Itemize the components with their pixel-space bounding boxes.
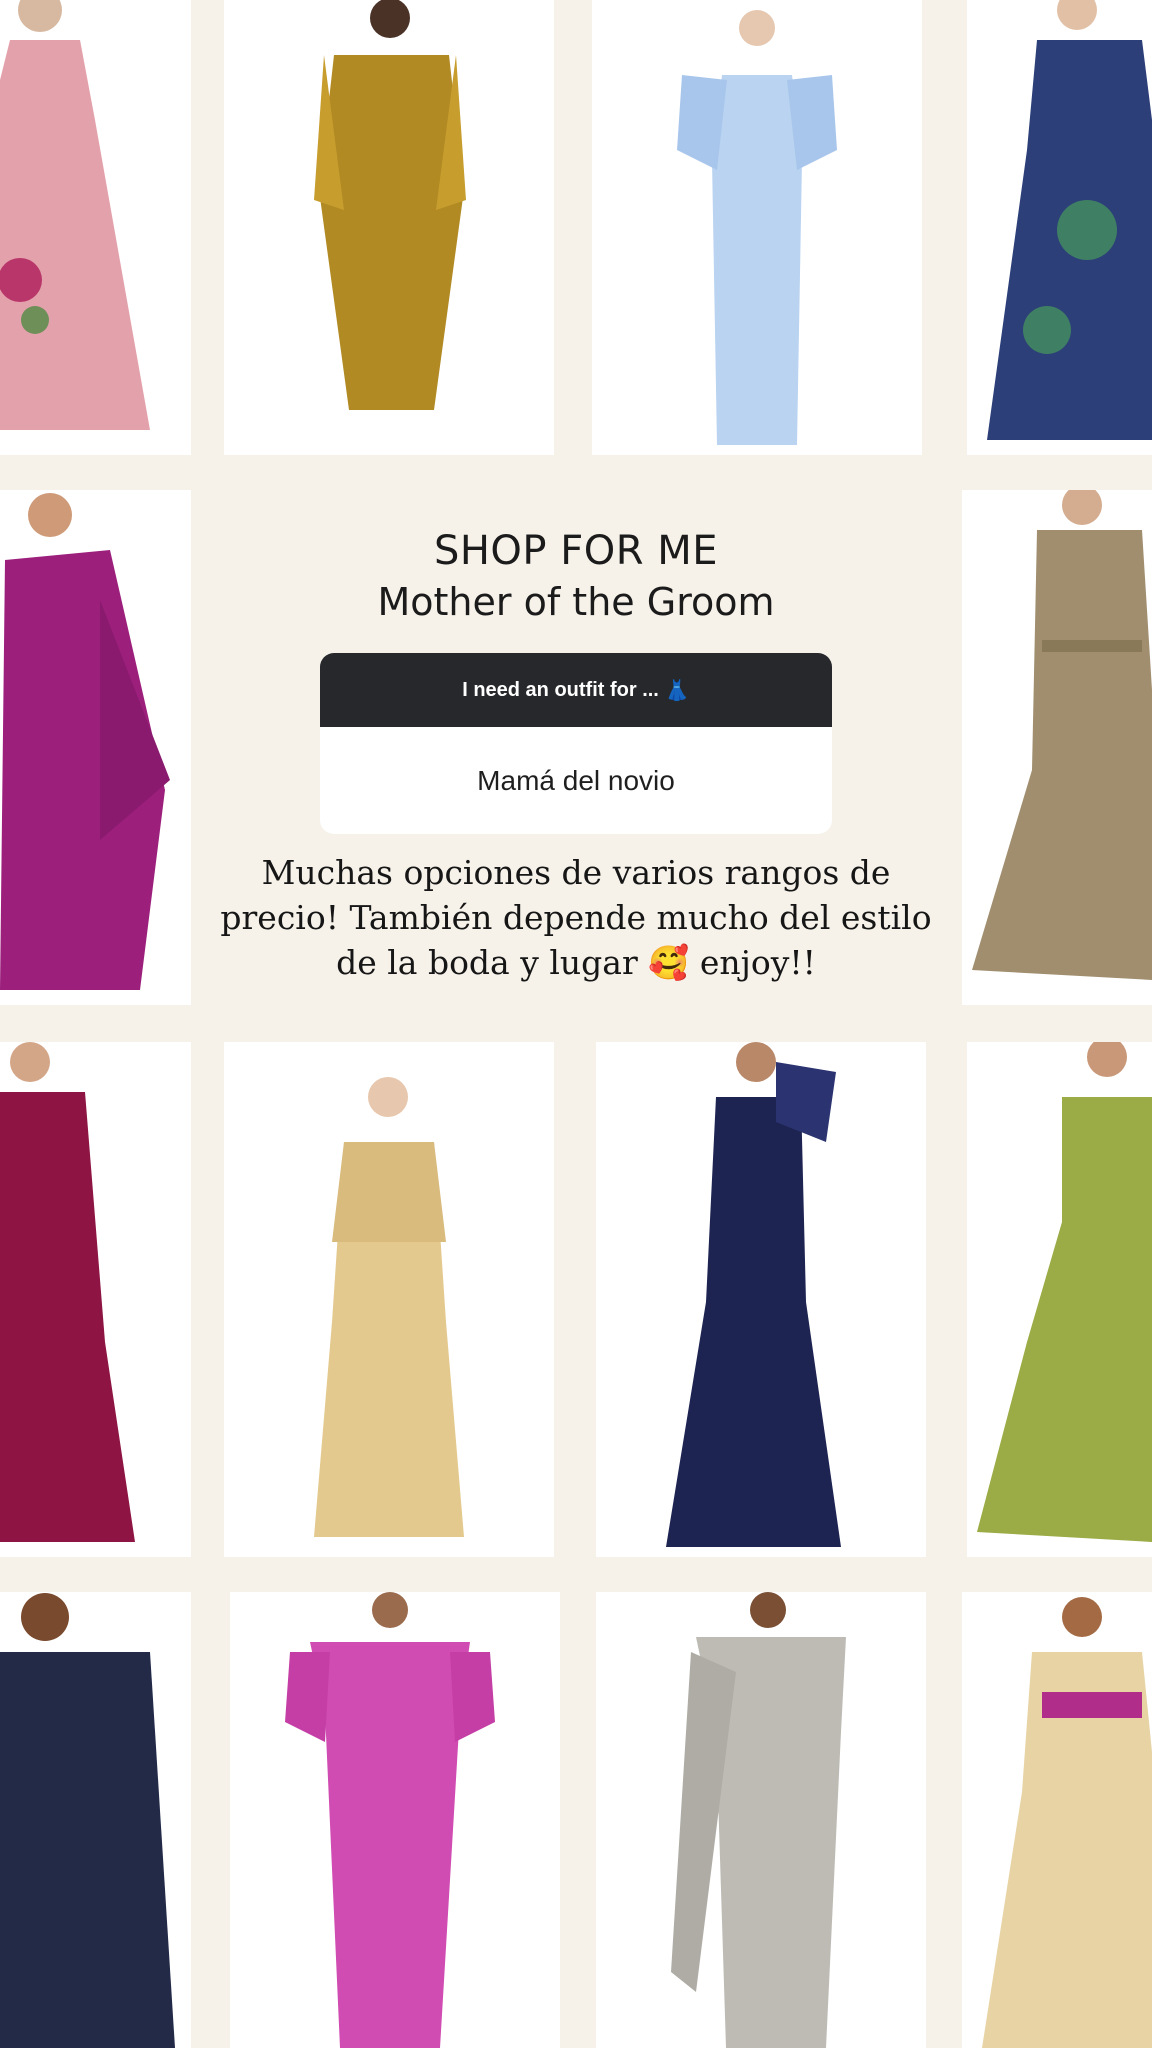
question-prompt-bar: I need an outfit for ... 👗 [320, 653, 832, 727]
dress-photo-beige-cape[interactable] [224, 1042, 554, 1557]
dress-photo-grey-drape[interactable] [596, 1592, 926, 2048]
dress-photo-mustard[interactable] [224, 0, 554, 455]
dress-photo-wine-sequin[interactable] [0, 1042, 191, 1557]
dress-photo-fuchsia[interactable] [230, 1592, 560, 2048]
question-prompt: I need an outfit for ... [462, 678, 659, 701]
dress-photo-navy-bow[interactable] [596, 1042, 926, 1557]
note-text: Muchas opciones de varios rangos de prec… [220, 853, 932, 982]
question-answer: Mamá del novio [477, 764, 675, 796]
smiling-hearts-icon: 🥰 [648, 943, 690, 982]
dress-photo-navy-satin[interactable] [0, 1592, 191, 2048]
story-title: SHOP FOR ME [433, 528, 719, 574]
dress-photo-light-blue[interactable] [592, 0, 922, 455]
story-note: Muchas opciones de varios rangos de prec… [220, 850, 932, 985]
dress-photo-navy-floral[interactable] [967, 0, 1152, 455]
note-tail: enjoy!! [699, 943, 816, 982]
story-subtitle: Mother of the Groom [377, 580, 775, 624]
dress-photo-lime-satin[interactable] [967, 1042, 1152, 1557]
question-sticker[interactable]: I need an outfit for ... 👗 Mamá del novi… [320, 653, 832, 834]
dress-photo-pink[interactable] [0, 0, 191, 455]
dress-icon: 👗 [664, 679, 690, 702]
dress-photo-champagne[interactable] [962, 1592, 1152, 2048]
